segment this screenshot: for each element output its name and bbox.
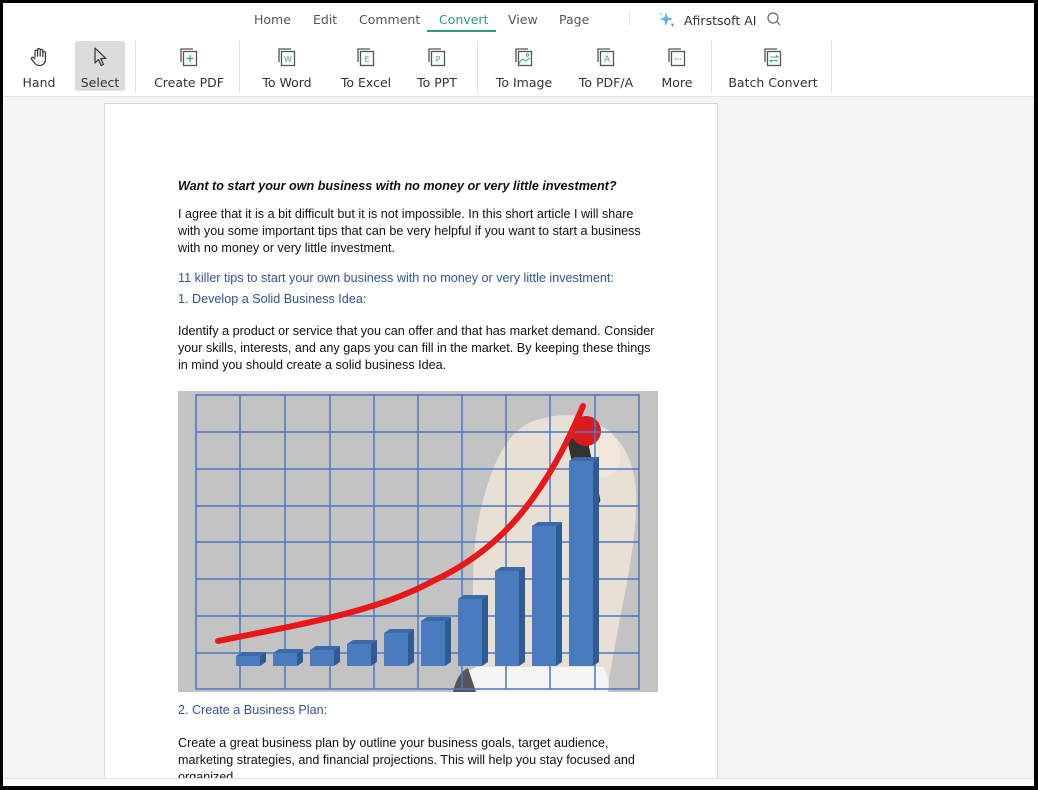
document-viewer[interactable]: Want to start your own business with no … (3, 97, 1034, 786)
illustration-bar-side (519, 567, 525, 666)
tab-convert[interactable]: Convert (439, 12, 488, 27)
pdf-page: Want to start your own business with no … (104, 103, 718, 786)
illustration-bar (236, 656, 260, 666)
to-excel-button[interactable]: E To Excel (336, 41, 396, 91)
svg-text:A: A (604, 55, 610, 65)
illustration-bar-side (408, 629, 414, 666)
page-content: Want to start your own business with no … (178, 178, 658, 374)
app-window: Home Edit Comment Convert View Page Afir… (3, 3, 1034, 786)
select-tool-button[interactable]: Select (75, 41, 125, 91)
to-ppt-button[interactable]: P To PPT (411, 41, 463, 91)
batch-convert-icon (764, 48, 782, 67)
to-image-icon (515, 48, 533, 67)
cursor-icon (94, 47, 107, 67)
to-image-label: To Image (495, 75, 553, 90)
to-pdfa-button[interactable]: A To PDF/A (573, 41, 639, 91)
create-pdf-button[interactable]: Create PDF (153, 41, 225, 91)
convert-toolbar: Hand Select Create PDF W To Word E To Ex… (3, 37, 1034, 97)
more-formats-label: More (661, 75, 693, 90)
status-strip (3, 778, 1034, 786)
svg-text:E: E (364, 55, 369, 64)
illustration-bar (310, 650, 334, 666)
to-excel-icon: E (357, 48, 375, 67)
hand-icon (30, 47, 46, 67)
more-icon (668, 48, 686, 67)
to-word-label: To Word (262, 75, 312, 90)
illustration-bar (458, 599, 482, 666)
create-pdf-label: Create PDF (154, 75, 224, 90)
to-excel-label: To Excel (340, 75, 392, 90)
search-icon[interactable] (766, 11, 782, 27)
hand-tool-label: Hand (22, 75, 56, 90)
tip1-heading: 1. Develop a Solid Business Idea: (178, 292, 367, 306)
create-pdf-icon (180, 48, 198, 67)
illustration-bar (421, 621, 445, 666)
svg-text:W: W (284, 55, 292, 64)
tab-view[interactable]: View (508, 12, 538, 27)
illustration-bar-side (556, 522, 562, 666)
select-tool-label: Select (80, 75, 120, 90)
ai-assistant-button[interactable]: Afirstsoft AI (658, 9, 756, 31)
illustration-bar (532, 526, 556, 666)
hand-tool-button[interactable]: Hand (18, 41, 60, 91)
svg-text:P: P (436, 55, 441, 64)
menu-divider (629, 12, 630, 26)
illustration-bar-side (593, 457, 599, 666)
illustration-bar (569, 461, 593, 666)
to-word-button[interactable]: W To Word (257, 41, 317, 91)
page-content-lower: 2. Create a Business Plan: Create a grea… (178, 702, 658, 786)
illustration-bar (384, 633, 408, 666)
tip1-paragraph: Identify a product or service that you c… (178, 324, 655, 372)
tips-heading: 11 killer tips to start your own busines… (178, 271, 614, 285)
to-ppt-icon: P (428, 48, 446, 67)
ai-assistant-label: Afirstsoft AI (684, 12, 757, 28)
illustration-bar (273, 653, 297, 666)
growth-chart-illustration (178, 391, 658, 692)
to-ppt-label: To PPT (417, 75, 457, 90)
to-pdfa-icon: A (597, 48, 615, 67)
to-word-icon: W (278, 48, 296, 67)
toolbar-separator (477, 41, 478, 93)
menu-bar: Home Edit Comment Convert View Page Afir… (3, 3, 1034, 37)
illustration-bar (495, 571, 519, 666)
to-pdfa-label: To PDF/A (578, 75, 634, 90)
to-image-button[interactable]: To Image (491, 41, 557, 91)
growth-chart-image (178, 391, 658, 692)
illustration-bar-side (371, 640, 377, 666)
illustration-bar-side (482, 595, 488, 666)
sparkle-icon (659, 12, 675, 27)
tip2-heading: 2. Create a Business Plan: (178, 703, 328, 717)
batch-convert-button[interactable]: Batch Convert (728, 41, 818, 91)
active-tab-indicator (427, 30, 496, 32)
more-formats-button[interactable]: More (655, 41, 699, 91)
tab-comment[interactable]: Comment (359, 12, 420, 27)
tab-home[interactable]: Home (254, 12, 291, 27)
toolbar-separator (135, 41, 136, 93)
batch-convert-label: Batch Convert (728, 75, 818, 90)
tab-page[interactable]: Page (559, 12, 589, 27)
toolbar-separator (711, 41, 712, 93)
intro-paragraph: I agree that it is a bit difficult but i… (178, 207, 641, 255)
toolbar-separator (239, 41, 240, 93)
tab-edit[interactable]: Edit (313, 12, 337, 27)
illustration-bar (347, 644, 371, 666)
toolbar-separator (831, 41, 832, 93)
illustration-bar-side (445, 617, 451, 666)
document-title: Want to start your own business with no … (178, 179, 617, 193)
